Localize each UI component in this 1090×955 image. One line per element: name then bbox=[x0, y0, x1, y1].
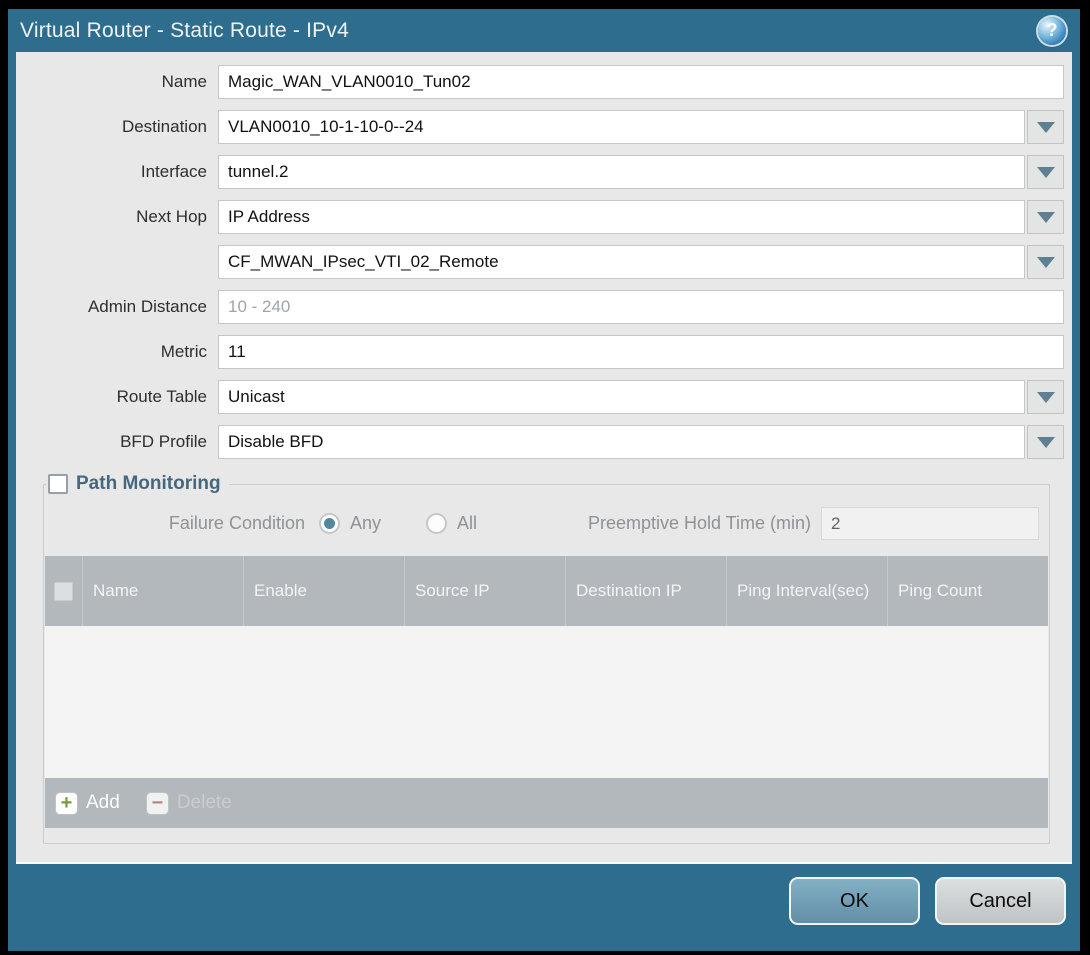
failure-condition-all-radio[interactable] bbox=[426, 513, 447, 534]
radio-selected-dot bbox=[324, 518, 335, 529]
add-button-label: Add bbox=[86, 792, 120, 814]
chevron-down-icon bbox=[1037, 257, 1055, 268]
column-header-destination-ip[interactable]: Destination IP bbox=[565, 556, 726, 626]
path-monitoring-legend: Path Monitoring bbox=[46, 473, 229, 495]
interface-label: Interface bbox=[26, 162, 218, 182]
route-table-select[interactable] bbox=[218, 380, 1025, 414]
dialog-content: Name Destination Interface bbox=[16, 52, 1072, 864]
table-toolbar: + Add − Delete bbox=[45, 778, 1048, 828]
column-header-ping-count[interactable]: Ping Count bbox=[887, 556, 1048, 626]
route-table-row: Route Table bbox=[26, 380, 1064, 414]
preemptive-hold-time-input[interactable] bbox=[821, 507, 1039, 540]
path-monitoring-checkbox[interactable] bbox=[48, 474, 68, 494]
bfd-profile-label: BFD Profile bbox=[26, 432, 218, 452]
failure-condition-row: Failure Condition Any All Preemptive Hol… bbox=[44, 507, 1039, 540]
metric-row: Metric bbox=[26, 335, 1064, 369]
failure-condition-any-label: Any bbox=[350, 513, 381, 534]
failure-condition-all-label: All bbox=[457, 513, 477, 534]
metric-input[interactable] bbox=[218, 335, 1064, 369]
column-header-name[interactable]: Name bbox=[82, 556, 243, 626]
failure-condition-any-radio[interactable] bbox=[319, 513, 340, 534]
dialog-title: Virtual Router - Static Route - IPv4 bbox=[20, 19, 349, 43]
route-table-dropdown-button[interactable] bbox=[1027, 380, 1064, 414]
bfd-profile-row: BFD Profile bbox=[26, 425, 1064, 459]
name-input[interactable] bbox=[218, 65, 1064, 99]
path-monitoring-title: Path Monitoring bbox=[76, 473, 221, 495]
next-hop-label: Next Hop bbox=[26, 207, 218, 227]
admin-distance-label: Admin Distance bbox=[26, 297, 218, 317]
column-header-enable[interactable]: Enable bbox=[243, 556, 404, 626]
chevron-down-icon bbox=[1037, 122, 1055, 133]
destination-row: Destination bbox=[26, 110, 1064, 144]
static-route-dialog: Virtual Router - Static Route - IPv4 ? N… bbox=[8, 9, 1080, 951]
delete-button-label: Delete bbox=[177, 792, 232, 814]
chevron-down-icon bbox=[1037, 167, 1055, 178]
name-label: Name bbox=[26, 72, 218, 92]
destination-dropdown-button[interactable] bbox=[1027, 110, 1064, 144]
table-body-empty bbox=[45, 626, 1048, 778]
destination-label: Destination bbox=[26, 117, 218, 137]
interface-input[interactable] bbox=[218, 155, 1025, 189]
help-icon[interactable]: ? bbox=[1038, 17, 1066, 45]
failure-condition-label: Failure Condition bbox=[44, 513, 319, 534]
interface-dropdown-button[interactable] bbox=[1027, 155, 1064, 189]
next-hop-dropdown-button[interactable] bbox=[1027, 200, 1064, 234]
add-button[interactable]: + Add bbox=[55, 792, 120, 815]
bfd-profile-dropdown-button[interactable] bbox=[1027, 425, 1064, 459]
cancel-button[interactable]: Cancel bbox=[935, 877, 1066, 925]
select-all-checkbox[interactable] bbox=[54, 582, 73, 601]
destination-input[interactable] bbox=[218, 110, 1025, 144]
name-row: Name bbox=[26, 65, 1064, 99]
dialog-footer: OK Cancel bbox=[8, 864, 1080, 951]
chevron-down-icon bbox=[1037, 392, 1055, 403]
delete-button[interactable]: − Delete bbox=[146, 792, 232, 815]
route-table-label: Route Table bbox=[26, 387, 218, 407]
preemptive-hold-time-label: Preemptive Hold Time (min) bbox=[588, 513, 821, 534]
admin-distance-input[interactable] bbox=[218, 290, 1064, 324]
ok-button[interactable]: OK bbox=[789, 877, 920, 925]
path-monitoring-section: Path Monitoring Failure Condition Any Al… bbox=[43, 473, 1050, 844]
next-hop-address-dropdown-button[interactable] bbox=[1027, 245, 1064, 279]
bfd-profile-select[interactable] bbox=[218, 425, 1025, 459]
title-bar: Virtual Router - Static Route - IPv4 ? bbox=[8, 9, 1080, 52]
next-hop-select[interactable] bbox=[218, 200, 1025, 234]
chevron-down-icon bbox=[1037, 437, 1055, 448]
metric-label: Metric bbox=[26, 342, 218, 362]
table-header-row: Name Enable Source IP Destination IP Pin… bbox=[45, 556, 1048, 626]
chevron-down-icon bbox=[1037, 212, 1055, 223]
next-hop-row: Next Hop bbox=[26, 200, 1064, 234]
admin-distance-row: Admin Distance bbox=[26, 290, 1064, 324]
minus-icon: − bbox=[146, 792, 169, 815]
interface-row: Interface bbox=[26, 155, 1064, 189]
next-hop-address-input[interactable] bbox=[218, 245, 1025, 279]
column-header-source-ip[interactable]: Source IP bbox=[404, 556, 565, 626]
select-all-cell bbox=[45, 556, 82, 626]
next-hop-address-row bbox=[26, 245, 1064, 279]
path-monitoring-table: Name Enable Source IP Destination IP Pin… bbox=[45, 556, 1048, 828]
column-header-ping-interval[interactable]: Ping Interval(sec) bbox=[726, 556, 887, 626]
plus-icon: + bbox=[55, 792, 78, 815]
